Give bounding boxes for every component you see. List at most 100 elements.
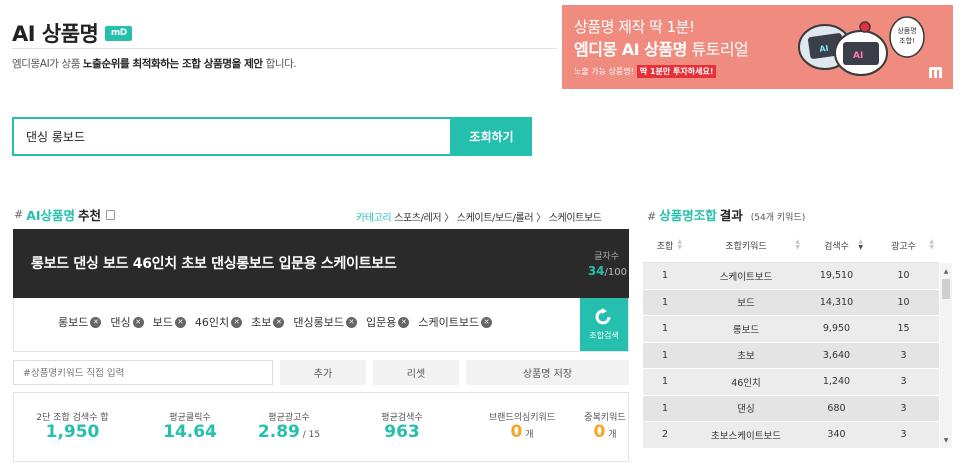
keyword-chip[interactable]: 댄싱롱보드 ✕ — [293, 314, 357, 330]
table-cell: 19,510 — [819, 270, 854, 282]
stat-item: 브랜드의심키워드 0 개 — [462, 393, 582, 461]
tutorial-banner[interactable]: 상품명 제작 딱 1분! 엠디몽 AI 상품명 튜토리얼 노출 가능 상품명! 딱… — [562, 5, 953, 89]
keyword-chip-label: 댄싱 — [110, 316, 131, 329]
table-row[interactable]: 1 댄싱 680 3 — [643, 395, 939, 422]
keyword-chip[interactable]: 입문용 ✕ — [366, 314, 410, 330]
page-title: AI 상품명 mD — [12, 18, 133, 48]
column-header[interactable]: 조합키워드 ▲ ▼ — [687, 228, 805, 262]
table-cell: 3 — [900, 376, 907, 388]
stat-value: 1,950 — [14, 422, 131, 442]
stat-item: 평균광고수 2.89 / 15 — [236, 393, 342, 461]
stat-number: 963 — [384, 422, 420, 442]
table-cell: 46인치 — [731, 377, 761, 389]
remove-icon[interactable]: ✕ — [481, 316, 493, 328]
add-button[interactable]: 추가 — [280, 360, 366, 385]
table-cell: 댄싱 — [737, 404, 755, 416]
keyword-chip[interactable]: 롱보드 ✕ — [58, 314, 102, 330]
keyword-chip-label: 초보 — [251, 316, 272, 329]
regenerate-button[interactable]: 조합검색 — [580, 298, 628, 351]
table-cell: 3 — [900, 429, 907, 441]
remove-icon[interactable]: ✕ — [231, 316, 243, 328]
reset-button[interactable]: 리셋 — [373, 360, 459, 385]
table-row[interactable]: 1 초보 3,640 3 — [643, 342, 939, 369]
table-row[interactable]: 1 보드 14,310 10 — [643, 289, 939, 316]
subtitle-bold: 노출순위를 최적화하는 조합 상품명을 제안 — [82, 58, 263, 70]
column-header[interactable]: 광고수 ▲ ▼ — [868, 228, 939, 262]
sort-icon: ▲ ▼ — [795, 238, 800, 251]
table-cell: 1 — [661, 323, 669, 335]
breadcrumb-separator: 〉 — [536, 213, 546, 224]
stat-value: 0 개 — [582, 422, 628, 442]
remove-icon[interactable]: ✕ — [273, 316, 285, 328]
keyword-chip[interactable]: 보드 ✕ — [153, 314, 186, 330]
banner-line3: 노출 가능 상품명! 딱 1분만 투자하세요! — [574, 65, 717, 78]
table-row[interactable]: 1 46인치 1,240 3 — [643, 369, 939, 396]
combination-table: 조합 ▲ ▼ 조합키워드 ▲ ▼ 검색수 ▲ ▼ 광고수 ▲ ▼ 1 스케이트보드 19,510 10… — [643, 228, 939, 449]
robot-illustration: AI AI 상품명 조합! — [798, 16, 925, 76]
keyword-chip[interactable]: 스케이트보드 ✕ — [418, 314, 493, 330]
md-badge: mD — [105, 25, 133, 41]
regenerate-label: 조합검색 — [589, 331, 619, 340]
title-rest: 결과 — [719, 208, 743, 223]
table-cell: 초보 — [737, 351, 755, 363]
keyword-chip[interactable]: 46인치 ✕ — [195, 314, 243, 330]
char-count-max: /100 — [604, 267, 627, 278]
column-header[interactable]: 검색수 ▲ ▼ — [805, 228, 868, 262]
stat-item: 평균검색수 963 — [342, 393, 462, 461]
keyword-input-box — [13, 360, 273, 385]
char-count-value: 34 — [587, 264, 605, 278]
scroll-thumb[interactable] — [942, 279, 950, 299]
stat-number: 0 — [593, 422, 606, 442]
keyword-count: (54개 키워드) — [750, 213, 806, 223]
table-cell: 초보스케이트보드 — [711, 430, 781, 442]
robot-left-screen-text: AI — [819, 44, 829, 54]
keyword-chip[interactable]: 초보 ✕ — [251, 314, 285, 330]
scroll-down-icon[interactable]: ▼ — [940, 434, 952, 446]
md-logo-icon — [929, 67, 942, 78]
column-header-label: 광고수 — [891, 241, 916, 252]
stat-number: 2.89 — [257, 422, 300, 442]
search-input[interactable] — [14, 119, 450, 154]
table-cell: 3 — [900, 402, 907, 414]
column-header[interactable]: 조합 ▲ ▼ — [643, 228, 687, 262]
search-button[interactable]: 조회하기 — [451, 117, 532, 156]
stat-item: 중복키워드 0 개 — [582, 393, 628, 461]
table-cell: 10 — [897, 270, 910, 282]
title-hash: # — [14, 208, 24, 221]
table-cell: 680 — [827, 402, 846, 414]
combination-results-title: # 상품명조합 결과 (54개 키워드) — [647, 205, 805, 224]
product-name-box: 롱보드 댄싱 보드 46인치 초보 댄싱롱보드 입문용 스케이트보드 글자수 3… — [13, 229, 629, 298]
table-cell: 10 — [897, 296, 910, 308]
breadcrumb-item: 스케이트보드 — [548, 213, 602, 224]
table-scrollbar[interactable]: ▲ ▼ — [940, 263, 952, 448]
keyword-chip-label: 롱보드 — [58, 316, 89, 329]
save-product-name-button[interactable]: 상품명 저장 — [466, 360, 629, 385]
table-body: 1 스케이트보드 19,510 10 1 보드 14,310 10 1 롱보드 9,950 15 1 초보… — [643, 263, 939, 449]
table-row[interactable]: 2 초보스케이트보드 340 3 — [643, 422, 939, 449]
table-row[interactable]: 1 롱보드 9,950 15 — [643, 316, 939, 343]
remove-icon[interactable]: ✕ — [132, 316, 144, 328]
table-cell: 보드 — [737, 298, 755, 310]
copy-icon[interactable] — [106, 209, 116, 220]
stat-unit: 개 — [522, 430, 534, 440]
remove-icon[interactable]: ✕ — [90, 316, 102, 328]
keyword-chip[interactable]: 댄싱 ✕ — [110, 314, 144, 330]
banner-line3-pre: 노출 가능 상품명! — [574, 67, 634, 76]
robot-right-screen-text: AI — [853, 51, 863, 61]
char-count: 34/100 — [588, 264, 627, 278]
title-accent: AI상품명 — [26, 208, 76, 223]
header-divider — [12, 48, 557, 49]
stats-panel: 2단 조합 검색수 합 1,950 평균클릭수 14.64 평균광고수 2.89 / 15… — [13, 392, 629, 462]
table-cell: 스케이트보드 — [719, 271, 773, 283]
stat-number: 14.64 — [163, 422, 217, 442]
keyword-chip-label: 스케이트보드 — [418, 316, 480, 329]
scroll-up-icon[interactable]: ▲ — [940, 265, 952, 277]
remove-icon[interactable]: ✕ — [398, 316, 410, 328]
remove-icon[interactable]: ✕ — [345, 316, 357, 328]
table-row[interactable]: 1 스케이트보드 19,510 10 — [643, 263, 939, 290]
remove-icon[interactable]: ✕ — [174, 316, 186, 328]
breadcrumb-item: 카테고리 — [356, 213, 392, 224]
title-hash: # — [647, 210, 657, 223]
stat-value: 0 개 — [462, 422, 582, 442]
keyword-input[interactable] — [14, 362, 272, 385]
